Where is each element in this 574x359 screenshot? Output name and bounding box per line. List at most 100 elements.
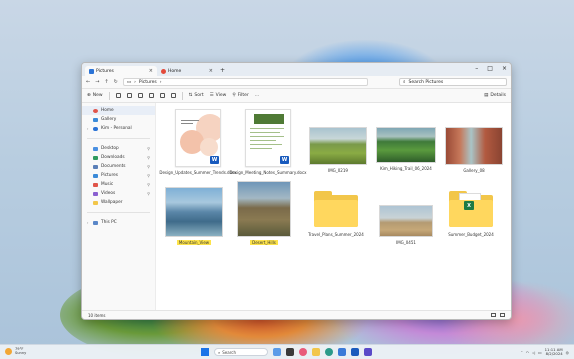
view-icon: ☰ — [209, 93, 214, 98]
filter-icon: ⚲ — [232, 93, 236, 98]
paste-icon[interactable] — [137, 93, 143, 98]
sidebar-item-wallpaper[interactable]: Wallpaper — [82, 198, 155, 207]
notification-icon[interactable]: ◎ — [566, 350, 569, 355]
details-view-icon[interactable] — [491, 313, 496, 317]
volume-icon[interactable]: ◁ — [532, 350, 535, 355]
file-explorer-icon[interactable] — [312, 348, 320, 356]
tiles-view-icon[interactable] — [500, 313, 505, 317]
file-item[interactable]: W Design_Meeting_Notes_Summary.docx — [229, 109, 307, 175]
delete-icon[interactable] — [170, 93, 176, 98]
search-icon: ⌕ — [218, 349, 221, 355]
file-item[interactable]: Mountain_View — [162, 187, 226, 245]
pc-icon — [93, 220, 98, 225]
chevron-right-icon[interactable]: › — [87, 221, 90, 225]
view-button[interactable]: ☰ View — [210, 93, 227, 98]
rename-icon[interactable] — [148, 93, 154, 98]
close-tab-icon[interactable]: × — [149, 68, 153, 74]
address-bar[interactable]: ▭ › Pictures › — [122, 78, 368, 86]
file-explorer-window: Pictures × Home × + – □ × ← → ↑ ↻ ▭ › Pi… — [81, 62, 512, 320]
sidebar-item-gallery[interactable]: Gallery — [82, 115, 155, 124]
start-button[interactable] — [201, 348, 209, 356]
filter-button[interactable]: ⚲ Filter — [232, 93, 248, 98]
file-item[interactable]: Kim_Hiking_Trail_06_2024 — [374, 127, 438, 171]
file-list: W Design_Updates_Summer_Trends.docx W De… — [156, 103, 511, 311]
image-thumbnail — [445, 127, 503, 165]
details-label: Details — [490, 93, 506, 98]
wifi-icon[interactable]: ◠ — [526, 350, 529, 355]
close-button[interactable]: × — [502, 65, 507, 72]
tab-home[interactable]: Home × — [157, 66, 217, 76]
sidebar-item-label: Documents — [101, 164, 126, 169]
sidebar-item-this-pc[interactable]: › This PC — [82, 218, 155, 227]
maximize-button[interactable]: □ — [487, 65, 493, 72]
sidebar-item-videos[interactable]: Videos ⚲ — [82, 189, 155, 198]
folder-item[interactable]: Travel_Plans_Summer_2024 — [304, 189, 368, 237]
file-item[interactable]: Gallery_08 — [442, 127, 506, 173]
outlook-icon[interactable] — [351, 348, 359, 356]
filter-label: Filter — [237, 93, 249, 98]
sort-label: Sort — [194, 93, 204, 98]
file-item[interactable]: W Design_Updates_Summer_Trends.docx — [159, 109, 237, 175]
cut-icon[interactable] — [115, 93, 121, 98]
clock[interactable]: 11:11 AM 8/2/2024 — [545, 348, 563, 356]
sidebar-item-label: Downloads — [101, 155, 125, 160]
minimize-button[interactable]: – — [475, 65, 478, 72]
divider — [87, 138, 150, 139]
sidebar-item-label: Kim - Personal — [101, 126, 132, 131]
sidebar-item-downloads[interactable]: Downloads ⚲ — [82, 153, 155, 162]
tab-label: Home — [168, 68, 182, 74]
battery-icon[interactable]: ▭ — [538, 350, 542, 355]
sidebar-item-desktop[interactable]: Desktop ⚲ — [82, 144, 155, 153]
sidebar-item-music[interactable]: Music ⚲ — [82, 180, 155, 189]
sidebar-item-label: Gallery — [101, 117, 117, 122]
copilot-icon[interactable] — [273, 348, 281, 356]
close-tab-icon[interactable]: × — [209, 68, 213, 74]
copy-icon[interactable] — [126, 93, 132, 98]
teams-icon[interactable] — [364, 348, 372, 356]
search-placeholder: Search Pictures — [408, 79, 444, 85]
file-item[interactable]: IMG_0451 — [374, 205, 438, 245]
new-tab-button[interactable]: + — [220, 67, 225, 74]
sidebar-item-pictures[interactable]: Pictures ⚲ — [82, 171, 155, 180]
downloads-icon — [93, 155, 98, 160]
chevron-right-icon: › — [159, 79, 162, 85]
file-item[interactable]: Desert_Hills — [232, 181, 296, 245]
edge-icon[interactable] — [325, 348, 333, 356]
task-view-icon[interactable] — [286, 348, 294, 356]
search-label: Search — [222, 349, 236, 355]
search-input[interactable]: ⌕ Search Pictures — [399, 78, 507, 86]
music-icon — [93, 182, 98, 187]
new-button[interactable]: ⊕ New — [87, 93, 103, 98]
sidebar-item-onedrive[interactable]: › Kim - Personal — [82, 124, 155, 133]
chevron-right-icon[interactable]: › — [87, 127, 90, 131]
sort-button[interactable]: ⇅ Sort — [189, 93, 204, 98]
sidebar-item-label: This PC — [101, 220, 117, 225]
share-icon[interactable] — [159, 93, 165, 98]
date: 8/2/2024 — [545, 351, 563, 356]
file-item[interactable]: IMG_0219 — [306, 127, 370, 173]
sidebar-item-documents[interactable]: Documents ⚲ — [82, 162, 155, 171]
taskbar-search[interactable]: ⌕ Search — [214, 348, 268, 356]
photos-icon[interactable] — [299, 348, 307, 356]
folder-item[interactable]: X Summer_Budget_2024 — [439, 189, 503, 237]
pin-icon: ⚲ — [147, 173, 150, 178]
refresh-button[interactable]: ↻ — [114, 79, 118, 85]
monitor-icon: ▭ — [126, 79, 132, 85]
file-name: Kim_Hiking_Trail_06_2024 — [380, 166, 432, 171]
home-icon — [93, 108, 98, 113]
chevron-up-icon[interactable]: ˄ — [521, 350, 523, 355]
forward-button[interactable]: → — [95, 79, 99, 85]
details-button[interactable]: ▤ Details — [484, 93, 506, 98]
store-icon[interactable] — [338, 348, 346, 356]
back-button[interactable]: ← — [86, 79, 90, 85]
up-button[interactable]: ↑ — [104, 79, 108, 85]
divider — [87, 212, 150, 213]
more-options-button[interactable]: ... — [255, 93, 259, 98]
sort-icon: ⇅ — [188, 93, 193, 98]
sidebar-item-home[interactable]: Home — [82, 106, 155, 115]
system-tray: ˄ ◠ ◁ ▭ 11:11 AM 8/2/2024 ◎ — [521, 348, 569, 356]
image-thumbnail — [379, 205, 433, 237]
weather-widget[interactable]: 79°F Sunny — [5, 347, 26, 355]
file-name: Travel_Plans_Summer_2024 — [308, 232, 364, 237]
tab-pictures[interactable]: Pictures × — [85, 66, 157, 76]
